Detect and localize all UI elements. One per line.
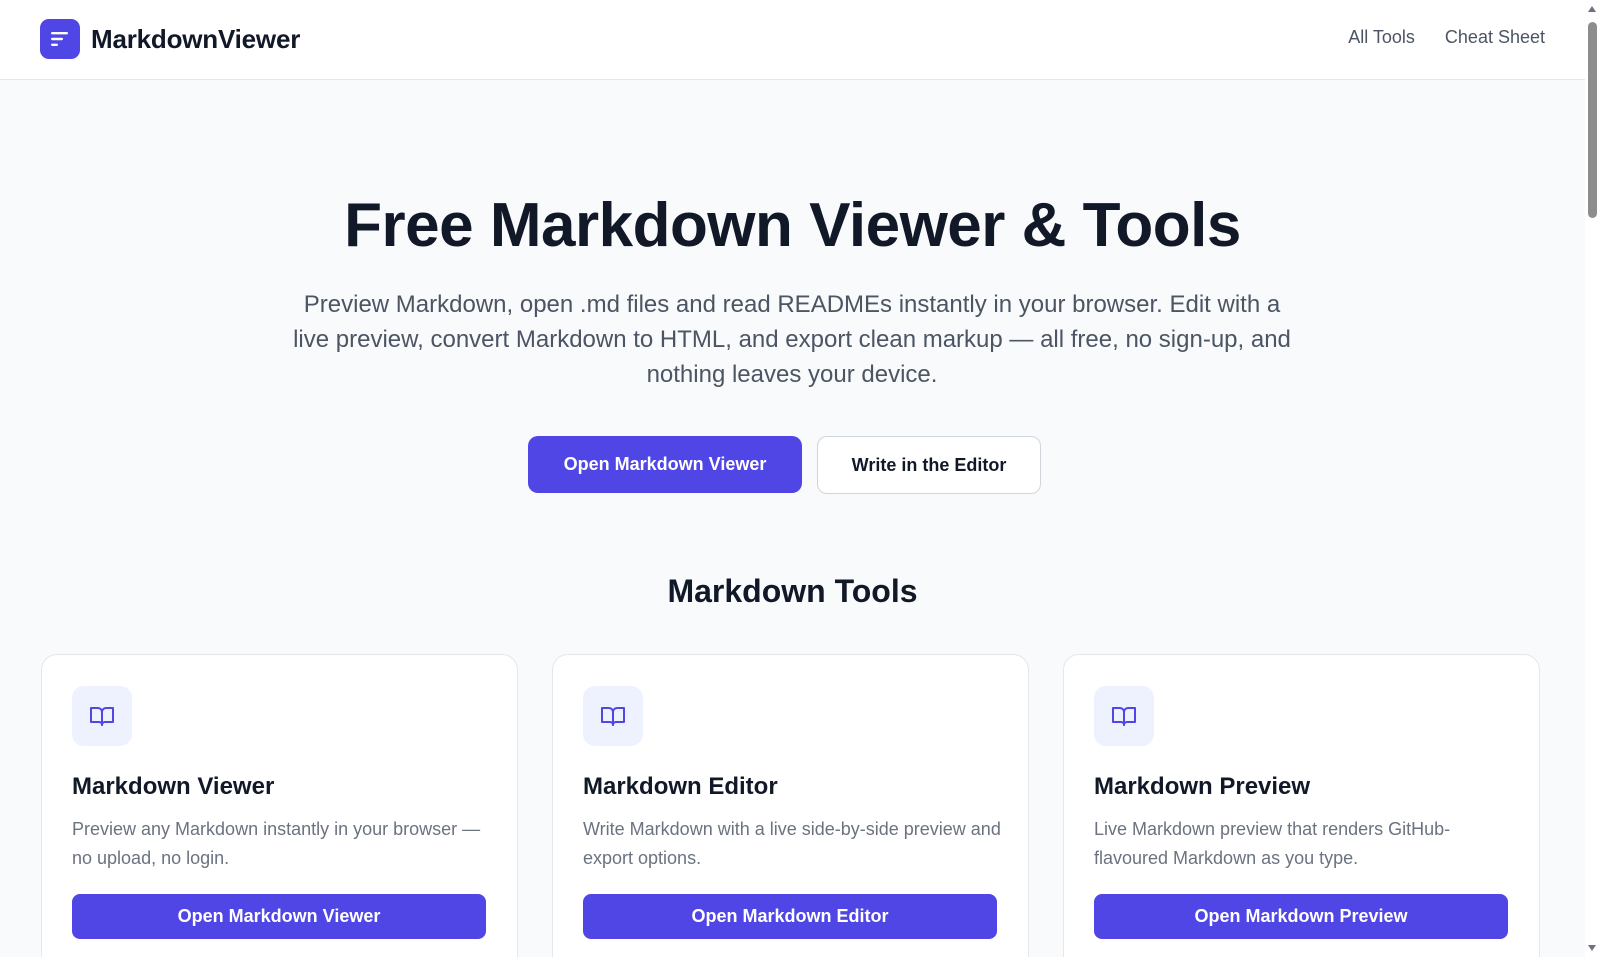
tool-card-editor: Markdown Editor Write Markdown with a li… <box>552 654 1029 957</box>
open-viewer-button[interactable]: Open Markdown Viewer <box>528 436 802 493</box>
card-title: Markdown Preview <box>1094 773 1311 800</box>
brand[interactable]: MarkdownViewer <box>40 19 300 59</box>
hero-subtitle: Preview Markdown, open .md files and rea… <box>293 291 1291 388</box>
vertical-scrollbar[interactable] <box>1585 0 1600 957</box>
card-title: Markdown Editor <box>583 773 778 800</box>
hero-title: Free Markdown Viewer & Tools <box>344 191 1241 260</box>
card-title: Markdown Viewer <box>72 773 275 800</box>
tool-card-viewer: Markdown Viewer Preview any Markdown ins… <box>41 654 518 957</box>
brand-name: MarkdownViewer <box>91 23 301 54</box>
scroll-down-arrow-icon[interactable] <box>1588 945 1596 951</box>
open-markdown-preview-button[interactable]: Open Markdown Preview <box>1094 894 1508 939</box>
write-editor-button[interactable]: Write in the Editor <box>817 436 1041 494</box>
nav-link-all-tools[interactable]: All Tools <box>1348 27 1415 48</box>
tools-section-title: Markdown Tools <box>667 573 918 609</box>
book-icon <box>72 686 132 746</box>
open-markdown-editor-button[interactable]: Open Markdown Editor <box>583 894 997 939</box>
book-icon <box>583 686 643 746</box>
scroll-up-arrow-icon[interactable] <box>1588 6 1596 12</box>
tool-card-preview: Markdown Preview Live Markdown preview t… <box>1063 654 1540 957</box>
main-nav: All Tools Cheat Sheet <box>1348 27 1545 48</box>
card-description: Preview any Markdown instantly in your b… <box>72 819 481 868</box>
open-markdown-viewer-button[interactable]: Open Markdown Viewer <box>72 894 486 939</box>
book-icon <box>1094 686 1154 746</box>
card-description: Live Markdown preview that renders GitHu… <box>1094 819 1451 868</box>
page: MarkdownViewer All Tools Cheat Sheet Fre… <box>0 0 1585 957</box>
site-header: MarkdownViewer All Tools Cheat Sheet <box>0 0 1585 80</box>
nav-link-cheat-sheet[interactable]: Cheat Sheet <box>1445 27 1545 48</box>
logo-icon <box>40 19 80 59</box>
card-description: Write Markdown with a live side-by-side … <box>583 819 1001 868</box>
scroll-thumb[interactable] <box>1588 22 1597 218</box>
